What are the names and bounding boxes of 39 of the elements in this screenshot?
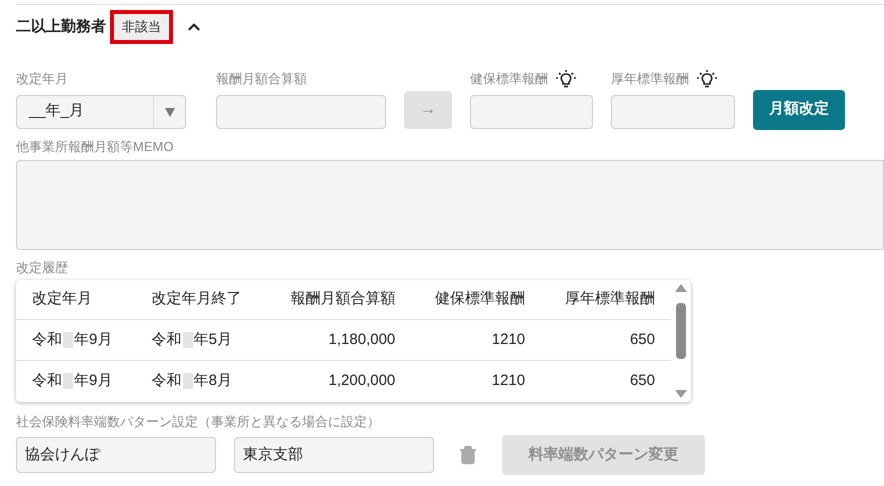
- table-cell: 令和 年9月: [16, 320, 136, 360]
- field-label: 改定年月: [16, 70, 69, 88]
- input-field[interactable]: 協会けんぽ: [16, 437, 216, 473]
- scroll-down-icon[interactable]: [675, 390, 687, 398]
- input-field[interactable]: [216, 94, 386, 128]
- field-label: 健保標準報酬: [470, 70, 548, 88]
- month-select[interactable]: __年_月: [16, 94, 186, 128]
- column-header: 厚年標準報酬: [541, 280, 671, 320]
- delete-icon[interactable]: [458, 445, 478, 465]
- field-label: 厚年標準報酬: [611, 70, 689, 88]
- section-title: 二以上勤務者: [16, 16, 106, 37]
- field-label: 他事業所報酬月額等MEMO: [16, 138, 174, 156]
- field-label: 改定履歴: [16, 259, 69, 277]
- lightbulb-icon: [697, 70, 717, 88]
- table-cell: 令和 年5月: [136, 320, 266, 360]
- lightbulb-icon: [556, 70, 576, 88]
- column-header: 改定年月終了: [136, 280, 266, 320]
- table-cell: 1,180,000: [265, 320, 412, 360]
- table-cell: 650: [541, 320, 671, 360]
- field-label: 社会保険料率端数パターン設定（事業所と異なる場合に設定）: [16, 412, 381, 430]
- scrollbar-thumb[interactable]: [676, 302, 686, 358]
- status-badge: 非該当: [114, 14, 169, 40]
- input-field[interactable]: [611, 94, 735, 128]
- input-field[interactable]: [470, 94, 593, 128]
- field-label: 報酬月額合算額: [216, 70, 308, 88]
- scroll-up-icon[interactable]: [675, 284, 687, 292]
- column-header: 改定年月: [16, 280, 136, 320]
- apply-button[interactable]: 月額改定: [753, 90, 845, 130]
- table-cell: 1210: [411, 320, 542, 360]
- table-cell: 令和 年9月: [16, 360, 136, 402]
- input-field[interactable]: 東京支部: [234, 437, 434, 473]
- table-cell: 650: [541, 360, 671, 402]
- table-cell: 令和 年8月: [136, 360, 266, 402]
- column-header: 報酬月額合算額: [265, 280, 412, 320]
- table-cell: 1210: [411, 360, 542, 402]
- table-cell: 1,200,000: [265, 360, 412, 402]
- column-header: 健保標準報酬: [411, 280, 542, 320]
- dropdown-icon: [164, 106, 174, 116]
- memo-field[interactable]: [16, 160, 884, 250]
